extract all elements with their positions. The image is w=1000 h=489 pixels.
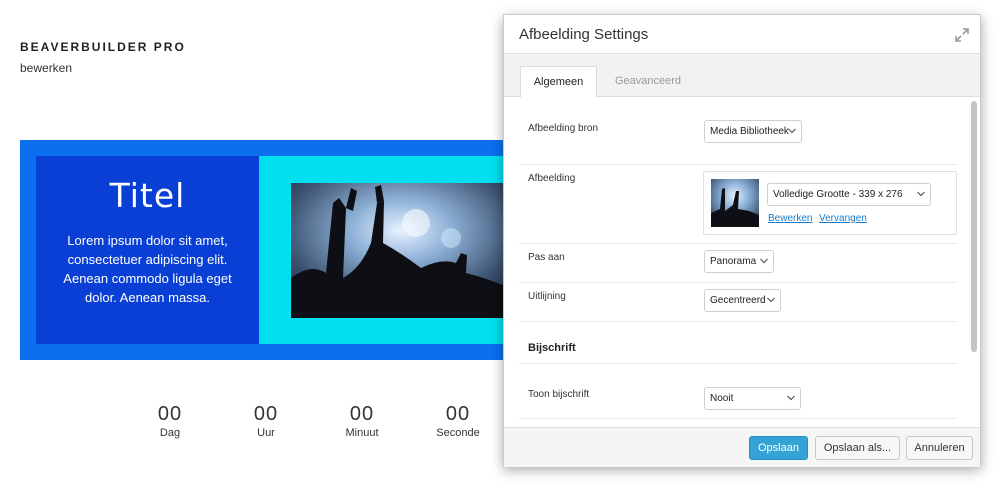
image-source-select[interactable]: Media Bibliotheek	[704, 120, 802, 143]
show-caption-select[interactable]: Nooit	[704, 387, 801, 410]
hero-body-text: Lorem ipsum dolor sit amet, consectetuer…	[63, 233, 232, 305]
section-divider	[519, 363, 957, 364]
alignment-select[interactable]: Gecentreerd	[704, 289, 781, 312]
countdown-minutes-value: 00	[349, 403, 375, 425]
section-title-caption: Bijschrift	[528, 342, 576, 354]
chevron-down-icon	[760, 258, 768, 264]
scrollbar[interactable]	[971, 101, 977, 352]
expand-icon[interactable]	[954, 27, 970, 43]
dialog-title: Afbeelding Settings	[519, 26, 649, 43]
field-row-image-source: Afbeelding bron Media Bibliotheek	[519, 118, 957, 165]
chevron-down-icon	[767, 297, 775, 303]
image-settings-dialog: Afbeelding Settings Algemeen Geavanceerd…	[503, 14, 981, 467]
replace-image-link[interactable]: Vervangen	[819, 213, 867, 224]
field-row-show-caption: Toon bijschrift Nooit	[519, 381, 957, 419]
field-label-crop: Pas aan	[528, 252, 565, 263]
field-label-show-caption: Toon bijschrift	[528, 389, 590, 400]
hero-image-column[interactable]	[259, 156, 510, 344]
site-title[interactable]: BEAVERBUILDER PRO	[20, 40, 186, 54]
save-as-button[interactable]: Opslaan als...	[815, 436, 900, 460]
countdown-days: 00 Dag	[130, 403, 210, 439]
chevron-down-icon	[917, 191, 925, 197]
save-button[interactable]: Opslaan	[749, 436, 808, 460]
countdown-minutes: 00 Minuut	[322, 403, 402, 439]
field-row-image: Afbeelding Volledige Grootte - 339 x 276…	[519, 165, 957, 244]
countdown-days-value: 00	[157, 403, 183, 425]
countdown-seconds: 00 Seconde	[418, 403, 498, 439]
field-row-alignment: Uitlijning Gecentreerd	[519, 283, 957, 322]
concert-photo[interactable]	[291, 183, 510, 318]
hero-row[interactable]: Titel Lorem ipsum dolor sit amet, consec…	[20, 140, 510, 360]
countdown-seconds-value: 00	[445, 403, 471, 425]
hero-text-column[interactable]: Titel Lorem ipsum dolor sit amet, consec…	[36, 156, 259, 344]
countdown-days-label: Dag	[159, 427, 181, 439]
hero-title: Titel	[109, 176, 186, 215]
cancel-button[interactable]: Annuleren	[906, 436, 973, 460]
field-label-image: Afbeelding	[528, 173, 576, 184]
chevron-down-icon	[787, 395, 795, 401]
field-label-alignment: Uitlijning	[528, 291, 566, 302]
field-row-crop: Pas aan Panorama	[519, 244, 957, 283]
concert-photo-art	[291, 183, 510, 318]
countdown-hours: 00 Uur	[226, 403, 306, 439]
tab-general[interactable]: Algemeen	[520, 66, 597, 98]
field-label-image-source: Afbeelding bron	[528, 123, 599, 134]
crop-value: Panorama	[710, 256, 757, 267]
countdown-minutes-label: Minuut	[345, 427, 379, 439]
dialog-footer: Opslaan Opslaan als... Annuleren	[504, 427, 980, 467]
dialog-header[interactable]: Afbeelding Settings	[504, 15, 980, 54]
countdown-hours-value: 00	[253, 403, 279, 425]
crop-select[interactable]: Panorama	[704, 250, 774, 273]
tab-advanced[interactable]: Geavanceerd	[602, 66, 694, 97]
image-size-select[interactable]: Volledige Grootte - 339 x 276	[767, 183, 931, 206]
countdown-seconds-label: Seconde	[436, 427, 480, 439]
image-thumbnail[interactable]	[711, 179, 759, 227]
edit-image-link[interactable]: Bewerken	[768, 213, 812, 224]
page: BEAVERBUILDER PRO bewerken Titel Lorem i…	[0, 0, 1000, 489]
image-size-value: Volledige Grootte - 339 x 276	[773, 189, 903, 200]
alignment-value: Gecentreerd	[710, 295, 766, 306]
image-picker: Volledige Grootte - 339 x 276 Bewerken V…	[703, 171, 957, 235]
image-source-value: Media Bibliotheek	[710, 126, 789, 137]
show-caption-value: Nooit	[710, 393, 734, 404]
countdown-hours-label: Uur	[257, 427, 275, 439]
settings-form: Afbeelding bron Media Bibliotheek Afbeel…	[504, 98, 980, 427]
tab-bar: Algemeen Geavanceerd	[504, 54, 980, 98]
chevron-down-icon	[788, 128, 796, 134]
countdown: 00 Dag 00 Uur 00 Minuut 00 Seconde	[130, 403, 510, 453]
site-subtitle: bewerken	[20, 61, 73, 75]
